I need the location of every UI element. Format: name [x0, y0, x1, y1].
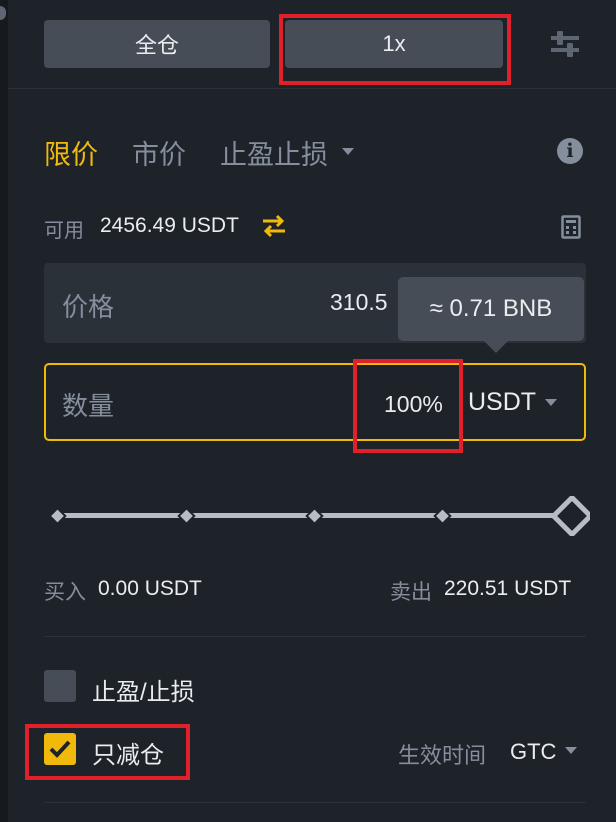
- divider: [8, 88, 616, 89]
- available-label: 可用: [44, 220, 84, 242]
- slider-mark-25: [177, 506, 196, 526]
- divider: [44, 636, 586, 637]
- scroll-thumb[interactable]: [0, 6, 6, 20]
- sell-value: 220.51 USDT: [444, 577, 572, 600]
- tab-market[interactable]: 市价: [132, 133, 186, 172]
- caret-down-icon[interactable]: [565, 747, 577, 754]
- order-panel: 全仓 1x 限价 市价 止盈止损 i 可用 2456.49 USDT 价格 31…: [0, 0, 616, 822]
- quantity-label: 数量: [62, 391, 115, 421]
- tab-limit[interactable]: 限价: [44, 133, 98, 172]
- caret-down-icon[interactable]: [545, 399, 557, 406]
- price-value[interactable]: 310.5: [330, 289, 388, 316]
- sliders-icon[interactable]: [549, 28, 581, 60]
- calculator-icon[interactable]: [561, 215, 581, 239]
- percentage-slider[interactable]: [50, 496, 590, 536]
- quantity-unit-select[interactable]: USDT: [468, 388, 536, 417]
- highlight-box-leverage: [279, 14, 511, 85]
- info-icon[interactable]: i: [557, 138, 583, 164]
- tpsl-checkbox-label[interactable]: 止盈/止损: [92, 672, 195, 707]
- buy-value: 0.00 USDT: [98, 577, 202, 600]
- price-label: 价格: [62, 292, 115, 322]
- highlight-box-reduce-only: [25, 724, 190, 780]
- slider-mark-75: [433, 506, 452, 526]
- time-in-force-select[interactable]: GTC: [510, 739, 556, 765]
- margin-mode-button[interactable]: 全仓: [44, 20, 270, 68]
- conversion-tooltip: ≈ 0.71 BNB: [398, 277, 584, 341]
- buy-label: 买入: [44, 581, 86, 604]
- tooltip-arrow: [484, 341, 508, 353]
- available-balance: 2456.49 USDT: [100, 214, 239, 237]
- left-edge-scrollbar[interactable]: [0, 0, 8, 822]
- divider: [44, 802, 586, 803]
- slider-mark-0: [50, 506, 67, 526]
- slider-handle: [550, 496, 590, 536]
- time-in-force-label: 生效时间: [398, 743, 487, 768]
- slider-mark-50: [305, 506, 324, 526]
- sell-label: 卖出: [390, 581, 432, 604]
- caret-down-icon[interactable]: [342, 148, 354, 155]
- transfer-arrows-icon[interactable]: [260, 213, 288, 239]
- tpsl-checkbox[interactable]: [44, 670, 76, 702]
- highlight-box-quantity: [353, 359, 463, 453]
- tab-tpsl[interactable]: 止盈止损: [220, 133, 328, 172]
